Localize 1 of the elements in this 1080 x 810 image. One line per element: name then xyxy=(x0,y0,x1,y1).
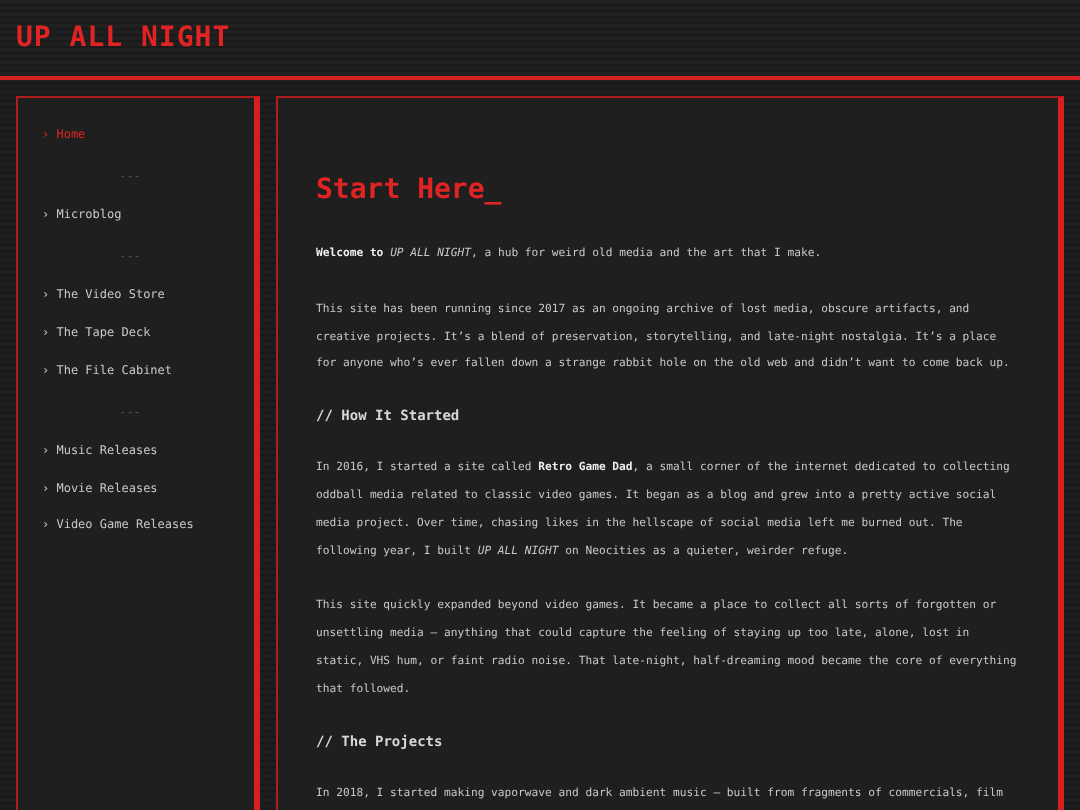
page-heading: Start Here_ xyxy=(316,174,502,206)
